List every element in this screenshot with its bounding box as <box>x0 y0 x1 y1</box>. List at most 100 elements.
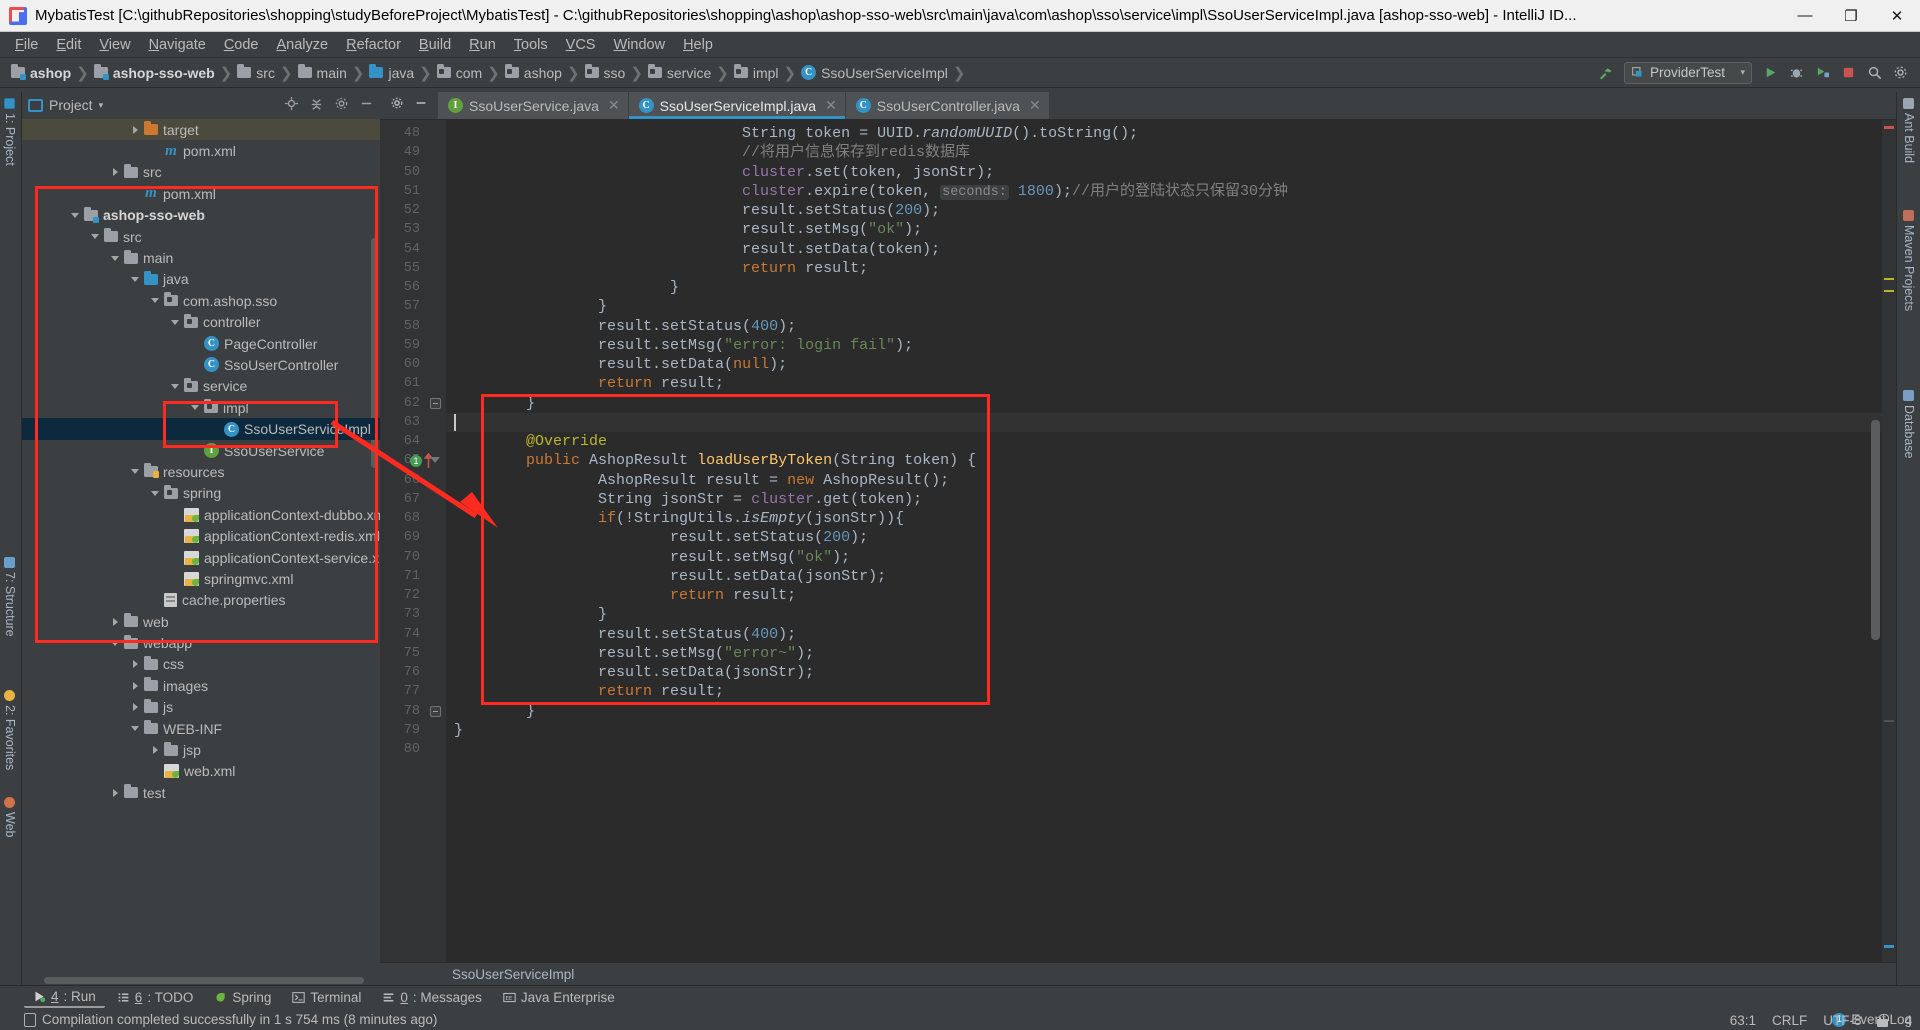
close-icon[interactable]: ✕ <box>608 97 620 114</box>
tree-item-src[interactable]: src <box>22 162 380 183</box>
menu-item-view[interactable]: View <box>90 34 139 56</box>
chevron-down-icon[interactable]: ▾ <box>99 100 104 111</box>
menu-item-window[interactable]: Window <box>604 34 674 56</box>
tree-item-main[interactable]: main <box>22 247 380 268</box>
menu-item-tools[interactable]: Tools <box>505 34 557 56</box>
bottom-tab-javaenterprise[interactable]: EE Java Enterprise <box>494 988 624 1007</box>
gutter-line-70[interactable]: 70 <box>380 548 446 567</box>
gutter-line-66[interactable]: 66 <box>380 471 446 490</box>
sidebar-item-structure[interactable]: 7: Structure <box>3 557 17 637</box>
tree-item-cache-properties[interactable]: cache.properties <box>22 590 380 611</box>
caret-marker[interactable] <box>1884 945 1894 948</box>
settings-gear-icon[interactable] <box>334 96 349 114</box>
chevron-right-icon[interactable] <box>110 787 121 798</box>
tree-item-com-ashop-sso[interactable]: com.ashop.sso <box>22 290 380 311</box>
tree-item-web-xml[interactable]: web.xml <box>22 761 380 782</box>
tree-item-java[interactable]: java <box>22 269 380 290</box>
chevron-right-icon[interactable] <box>130 124 141 135</box>
project-tree[interactable]: target m pom.xml src m pom.xml ashop-sso-web sr… <box>22 118 380 975</box>
tree-item-ssouserservice[interactable]: I SsoUserService <box>22 440 380 461</box>
breadcrumb-item-com[interactable]: com <box>434 63 485 83</box>
sidebar-item-ant-build[interactable]: Ant Build <box>1902 98 1916 163</box>
gutter-line-50[interactable]: 50 <box>380 163 446 182</box>
settings-gear-icon[interactable] <box>390 96 404 115</box>
run-icon[interactable] <box>1758 61 1782 85</box>
override-marker-badge[interactable]: 1 <box>410 455 422 468</box>
tree-item-applicationcontext-redis-xml[interactable]: applicationContext-redis.xml <box>22 525 380 546</box>
chevron-down-icon[interactable] <box>170 381 181 392</box>
fold-marker-icon[interactable] <box>430 397 441 409</box>
chevron-down-icon[interactable] <box>150 488 161 499</box>
settings-gear-icon[interactable] <box>1888 61 1912 85</box>
gutter-line-79[interactable]: 79 <box>380 721 446 740</box>
error-marker[interactable] <box>1884 126 1894 129</box>
tree-item-target[interactable]: target <box>22 119 380 141</box>
collapse-all-icon[interactable] <box>309 96 324 114</box>
indent-size[interactable]: 4 <box>1904 1013 1912 1028</box>
sidebar-item-web[interactable]: Web <box>3 797 17 837</box>
tree-item-applicationcontext-dubbo-xml[interactable]: applicationContext-dubbo.xml <box>22 504 380 525</box>
gutter-line-53[interactable]: 53 <box>380 220 446 239</box>
hscrollbar-thumb[interactable] <box>44 977 364 984</box>
warning-marker[interactable] <box>1884 290 1894 292</box>
gutter-line-56[interactable]: 56 <box>380 278 446 297</box>
close-button[interactable]: ✕ <box>1874 0 1920 32</box>
sidebar-item-project[interactable]: 1: Project <box>3 98 17 166</box>
gutter-line-49[interactable]: 49 <box>380 143 446 162</box>
chevron-down-icon[interactable] <box>70 210 81 221</box>
gutter-line-63[interactable]: 63 <box>380 413 446 432</box>
menu-item-run[interactable]: Run <box>460 34 505 56</box>
tree-item-resources[interactable]: resources <box>22 461 380 482</box>
breadcrumb-item-java[interactable]: java <box>366 63 417 83</box>
chevron-down-icon[interactable] <box>90 231 101 242</box>
gutter-line-67[interactable]: 67 <box>380 490 446 509</box>
menu-item-navigate[interactable]: Navigate <box>140 34 215 56</box>
editor-code[interactable]: String token = UUID.randomUUID().toStrin… <box>446 120 1882 962</box>
chevron-right-icon[interactable] <box>130 680 141 691</box>
bottom-tab-terminal[interactable]: Terminal <box>283 988 370 1007</box>
gutter-line-52[interactable]: 52 <box>380 201 446 220</box>
chevron-down-icon[interactable] <box>110 253 121 264</box>
tree-item-applicationcontext-service-xml[interactable]: applicationContext-service.xml <box>22 547 380 568</box>
breadcrumb-item-main[interactable]: main <box>295 63 350 83</box>
gutter-line-60[interactable]: 60 <box>380 355 446 374</box>
tree-item-webapp[interactable]: webapp <box>22 632 380 653</box>
gutter-line-58[interactable]: 58 <box>380 317 446 336</box>
close-icon[interactable]: ✕ <box>825 97 837 114</box>
tree-item-service[interactable]: service <box>22 376 380 397</box>
tree-item-ssouserserviceimpl[interactable]: C SsoUserServiceImpl <box>22 418 380 440</box>
tree-item-web-inf[interactable]: WEB-INF <box>22 718 380 739</box>
chevron-right-icon[interactable] <box>150 745 161 756</box>
gutter-line-76[interactable]: 76 <box>380 663 446 682</box>
tree-item-spring[interactable]: spring <box>22 483 380 504</box>
sidebar-item-favorites[interactable]: 2: Favorites <box>3 690 17 770</box>
breadcrumb-item-src[interactable]: src <box>234 63 278 83</box>
editor-tab-ssouserservice-java[interactable]: I SsoUserService.java ✕ <box>438 92 629 119</box>
bottom-tab-todo[interactable]: 6: TODO <box>108 988 203 1007</box>
editor-tab-ssouserserviceimpl-java[interactable]: C SsoUserServiceImpl.java ✕ <box>628 92 846 119</box>
maximize-button[interactable]: ❐ <box>1828 0 1874 32</box>
bottom-tab-run[interactable]: 4: Run <box>24 987 105 1008</box>
menu-item-refactor[interactable]: Refactor <box>337 34 410 56</box>
close-icon[interactable]: ✕ <box>1029 97 1041 114</box>
gutter-line-62[interactable]: 62 <box>380 394 446 413</box>
tree-item-ashop-sso-web[interactable]: ashop-sso-web <box>22 205 380 226</box>
gutter-line-55[interactable]: 55 <box>380 259 446 278</box>
gutter-line-48[interactable]: 48 <box>380 124 446 143</box>
chevron-right-icon[interactable] <box>130 659 141 670</box>
change-marker[interactable] <box>1884 720 1894 722</box>
tree-item-css[interactable]: css <box>22 654 380 675</box>
gutter-line-72[interactable]: 72 <box>380 586 446 605</box>
gutter-line-78[interactable]: 78 <box>380 702 446 721</box>
gutter-line-77[interactable]: 77 <box>380 682 446 701</box>
chevron-down-icon[interactable] <box>130 723 141 734</box>
tree-item-ssousercontroller[interactable]: C SsoUserController <box>22 354 380 375</box>
breadcrumb-item-impl[interactable]: impl <box>731 63 782 83</box>
menu-item-code[interactable]: Code <box>215 34 268 56</box>
stop-icon[interactable] <box>1836 61 1860 85</box>
chevron-right-icon[interactable] <box>110 616 121 627</box>
minimize-button[interactable]: — <box>1782 0 1828 32</box>
breadcrumb-item-sso[interactable]: sso <box>582 63 629 83</box>
gutter-line-71[interactable]: 71 <box>380 567 446 586</box>
bottom-tab-messages[interactable]: 0: Messages <box>373 988 491 1007</box>
